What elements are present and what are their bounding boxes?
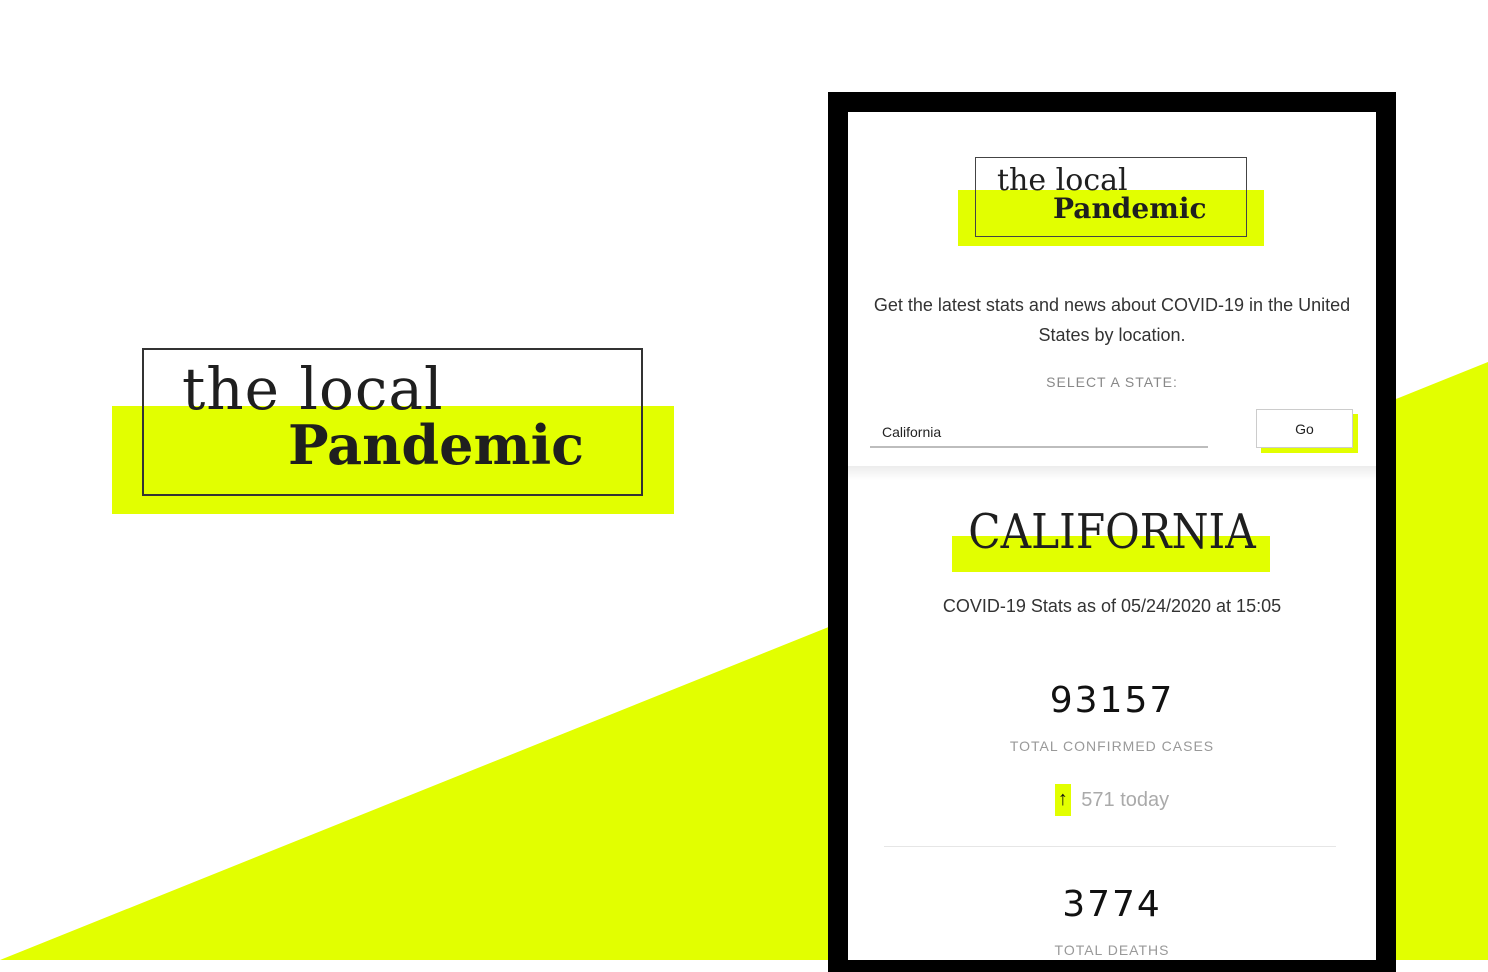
phone-screen: the local Pandemic Get the latest stats … xyxy=(848,112,1376,960)
intro-text: Get the latest stats and news about COVI… xyxy=(873,295,1351,345)
select-state-label: SELECT A STATE: xyxy=(1046,374,1178,390)
state-input[interactable] xyxy=(870,418,1208,448)
section-divider xyxy=(848,466,1376,480)
app-logo-line2: Pandemic xyxy=(1053,192,1207,225)
hero-logo-line2: Pandemic xyxy=(288,413,585,477)
arrow-up-icon: ↑ xyxy=(1054,784,1071,816)
go-button[interactable]: Go xyxy=(1256,409,1353,448)
total-deaths-value: 3774 xyxy=(1062,884,1162,925)
stats-timestamp: COVID-19 Stats as of 05/24/2020 at 15:05 xyxy=(942,596,1282,616)
state-title: CALIFORNIA xyxy=(968,504,1256,560)
total-deaths-label: TOTAL DEATHS xyxy=(1054,942,1170,958)
confirmed-cases-label: TOTAL CONFIRMED CASES xyxy=(1009,738,1215,754)
confirmed-cases-value: 93157 xyxy=(1049,680,1175,721)
stats-separator xyxy=(884,846,1336,847)
confirmed-cases-delta-text: 571 today xyxy=(1081,788,1170,811)
hero-logo-line1: the local xyxy=(182,355,444,423)
confirmed-cases-delta: ↑ 571 today xyxy=(848,784,1376,816)
